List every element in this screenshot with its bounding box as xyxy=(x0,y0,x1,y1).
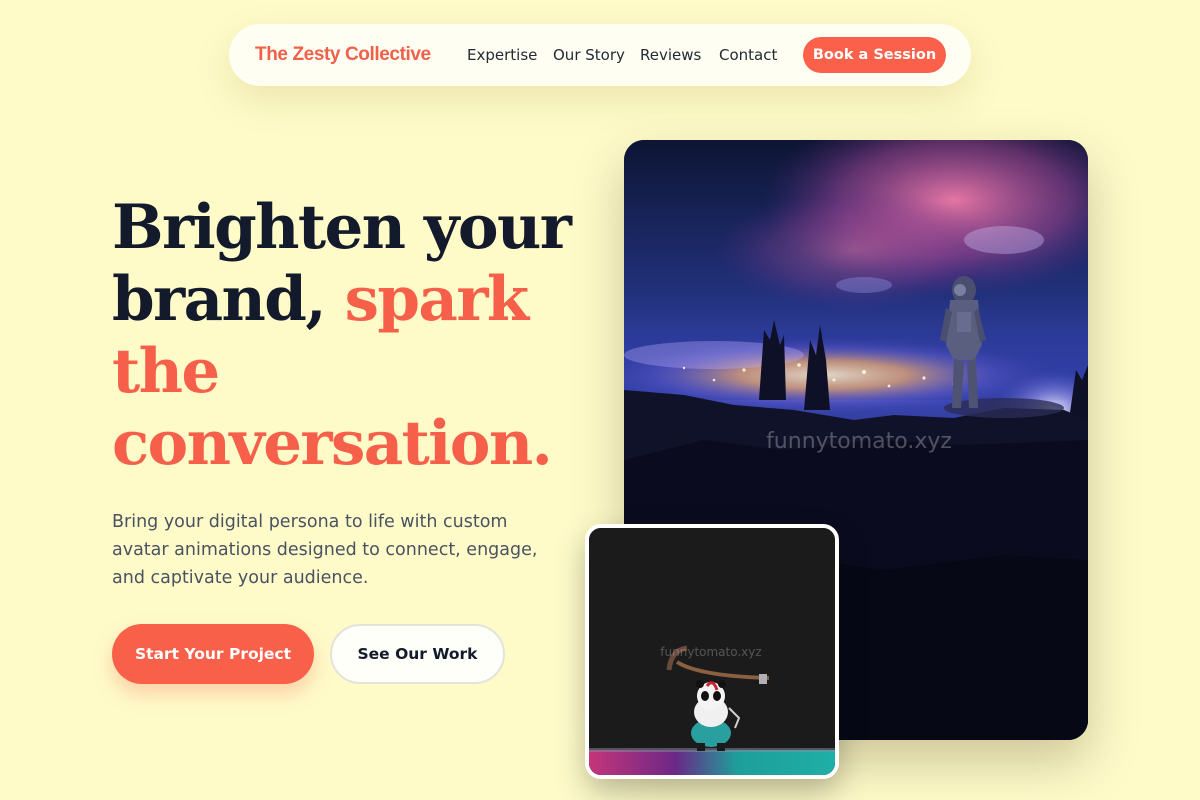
small-image-watermark: funnytomato.xyz xyxy=(660,645,761,659)
nav-link-reviews[interactable]: Reviews xyxy=(640,46,701,64)
panda-figure-illustration: funnytomato.xyz xyxy=(589,528,835,775)
hero-heading-accent-spark: spark xyxy=(344,264,530,335)
nav-link-contact[interactable]: Contact xyxy=(719,46,777,64)
hero-subtitle-line: and captivate your audience. xyxy=(112,568,369,588)
start-project-button[interactable]: Start Your Project xyxy=(112,624,314,684)
hero-subtitle-line: avatar animations designed to connect, e… xyxy=(112,540,538,560)
hero-heading-line-1: Brighten your xyxy=(112,192,572,263)
brand-logo[interactable]: The Zesty Collective xyxy=(255,44,431,66)
nav-link-expertise[interactable]: Expertise xyxy=(467,46,537,64)
secondary-image-panda: funnytomato.xyz xyxy=(585,524,839,779)
hero-heading-plain-text: brand, xyxy=(112,264,345,335)
hero-subtitle: Bring your digital persona to life with … xyxy=(112,508,582,592)
book-session-button[interactable]: Book a Session xyxy=(803,37,946,73)
hero-heading-line-2: brand, spark xyxy=(112,264,570,336)
hero-heading-accent-conversation: conversation. xyxy=(112,408,553,479)
hero-heading: Brighten your brand, spark the conversat… xyxy=(112,192,572,480)
main-image-watermark: funnytomato.xyz xyxy=(766,429,952,454)
top-navigation: The Zesty Collective Expertise Our Story… xyxy=(229,24,971,86)
hero-subtitle-line: Bring your digital persona to life with … xyxy=(112,512,508,532)
nav-link-our-story[interactable]: Our Story xyxy=(553,46,625,64)
hero-heading-accent-the: the xyxy=(112,336,220,407)
see-our-work-button[interactable]: See Our Work xyxy=(330,624,505,684)
